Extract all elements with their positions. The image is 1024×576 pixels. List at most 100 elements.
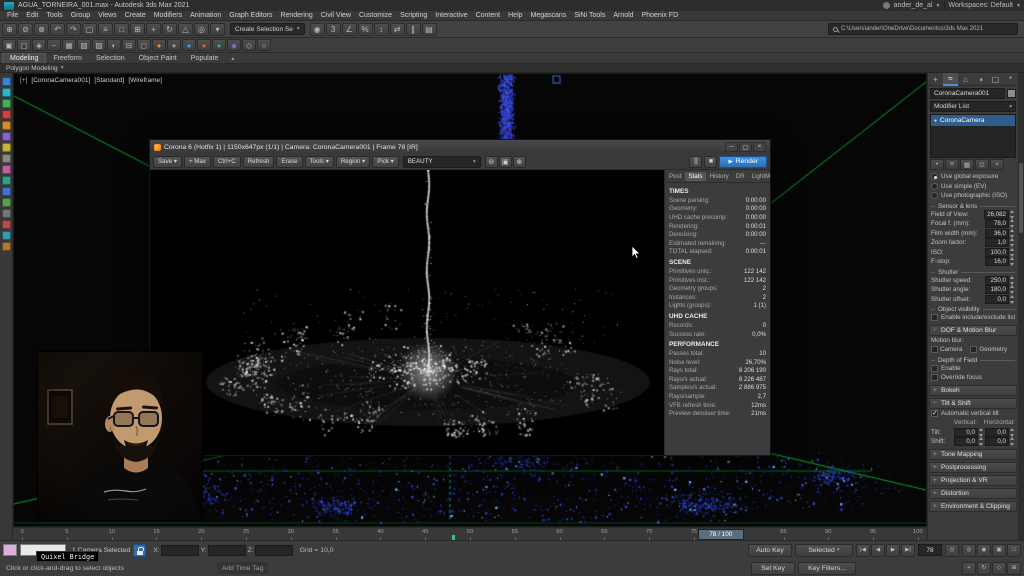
- go-to-start-button[interactable]: |◀: [856, 544, 870, 557]
- spinner-control[interactable]: [1010, 437, 1015, 446]
- named-selection-sets-icon[interactable]: ▢: [17, 39, 31, 51]
- orbit-icon[interactable]: ↻: [977, 562, 991, 575]
- align-icon[interactable]: ∥: [406, 23, 421, 36]
- select-by-name-icon[interactable]: ≡: [98, 23, 113, 36]
- param-f-stop[interactable]: F-stop:16,0: [928, 257, 1018, 267]
- angle-snap-icon[interactable]: ∠: [342, 23, 357, 36]
- ribbon-tab-populate[interactable]: Populate: [184, 54, 226, 63]
- left-toolbar-icon-2[interactable]: [2, 88, 11, 97]
- check-enable[interactable]: Enable: [928, 364, 1018, 374]
- check-automatic-vertical-tilt[interactable]: Automatic vertical tilt: [928, 409, 1018, 419]
- spinner-control[interactable]: [1010, 295, 1015, 304]
- left-toolbar-icon-13[interactable]: [2, 209, 11, 218]
- menu-group[interactable]: Group: [67, 12, 94, 19]
- select-and-place-icon[interactable]: ◎: [194, 23, 209, 36]
- param-tilt[interactable]: Tilt:0,00,0: [928, 428, 1018, 438]
- spinner-control[interactable]: [1010, 229, 1015, 238]
- render-production-icon[interactable]: ●: [152, 39, 166, 51]
- mirror-icon[interactable]: ⇄: [390, 23, 405, 36]
- zoom-all-icon[interactable]: ◉: [977, 544, 991, 557]
- stop-rendering-icon[interactable]: ■: [704, 156, 717, 168]
- refresh-button[interactable]: Refresh: [243, 156, 275, 168]
- pause-rendering-icon[interactable]: ||: [689, 156, 702, 168]
- percent-snap-icon[interactable]: %: [358, 23, 373, 36]
- add-time-tag-button[interactable]: Add Time Tag: [217, 562, 268, 574]
- viewport-shading-label[interactable]: [Standard]: [94, 77, 124, 84]
- spinner-control[interactable]: [979, 437, 984, 446]
- menu-scripting[interactable]: Scripting: [396, 12, 431, 19]
- field-of-view-icon[interactable]: ◇: [992, 562, 1006, 575]
- spinner-control[interactable]: [1010, 285, 1015, 294]
- left-toolbar-icon-3[interactable]: [2, 99, 11, 108]
- user-menu-caret-icon[interactable]: ▾: [937, 2, 940, 9]
- menu-phoenix-fd[interactable]: Phoenix FD: [638, 12, 683, 19]
- motion-tab[interactable]: ◑: [973, 73, 988, 86]
- ribbon-toggle-icon[interactable]: ▨: [92, 39, 106, 51]
- rollout-postprocessing[interactable]: +Postprocessing: [929, 462, 1017, 473]
- phoenix-fd-icon[interactable]: ●: [197, 39, 211, 51]
- zoom-icon[interactable]: ◎: [962, 544, 976, 557]
- param-field-of-view[interactable]: Field of View:26,082: [928, 210, 1018, 220]
- param-shutter-angle[interactable]: Shutter angle:180,0: [928, 285, 1018, 295]
- polygon-modeling-panel[interactable]: Polygon Modeling: [6, 65, 58, 72]
- check-enable-include-exclude-list[interactable]: Enable include/exclude list: [928, 313, 1018, 323]
- unlink-selection-icon[interactable]: ⊘: [18, 23, 33, 36]
- maximize-icon[interactable]: ▢: [739, 142, 752, 152]
- left-toolbar-icon-1[interactable]: [2, 77, 11, 86]
- check-override-focus[interactable]: Override focus: [928, 373, 1018, 383]
- menu-arnold[interactable]: Arnold: [609, 12, 637, 19]
- param-shift[interactable]: Shift:0,00,0: [928, 437, 1018, 447]
- radio-use-global-exposure[interactable]: Use global exposure: [928, 172, 1018, 182]
- menu-customize[interactable]: Customize: [355, 12, 396, 19]
- left-toolbar-icon-6[interactable]: [2, 132, 11, 141]
- zoom-reset-icon[interactable]: ▣: [499, 156, 512, 168]
- time-configuration-icon[interactable]: ◷: [945, 544, 959, 557]
- menu-views[interactable]: Views: [94, 12, 121, 19]
- left-toolbar-icon-12[interactable]: [2, 198, 11, 207]
- use-pivot-center-icon[interactable]: ◉: [310, 23, 325, 36]
- display-tab[interactable]: ▢: [988, 73, 1003, 86]
- menu-animation[interactable]: Animation: [186, 12, 225, 19]
- corona-tab-history[interactable]: History: [707, 172, 732, 181]
- menu-civil-view[interactable]: Civil View: [317, 12, 355, 19]
- rollout-bokeh[interactable]: +Bokeh: [929, 385, 1017, 396]
- close-icon[interactable]: ×: [753, 142, 766, 152]
- radio-use-simple-ev[interactable]: Use simple (EV): [928, 182, 1018, 192]
- rollout-dof-motion-blur[interactable]: −DOF & Motion Blur: [929, 325, 1017, 336]
- param-shutter-offset[interactable]: Shutter offset:0,0: [928, 295, 1018, 305]
- viewport-menu-plus[interactable]: [+]: [20, 77, 27, 84]
- menu-help[interactable]: Help: [504, 12, 526, 19]
- left-toolbar-icon-8[interactable]: [2, 154, 11, 163]
- menu-megascans[interactable]: Megascans: [527, 12, 571, 19]
- schematic-view-icon[interactable]: ▦: [62, 39, 76, 51]
- left-toolbar-icon-4[interactable]: [2, 110, 11, 119]
- left-toolbar-icon-10[interactable]: [2, 176, 11, 185]
- scrollbar-thumb[interactable]: [1019, 163, 1023, 233]
- left-toolbar-icon-5[interactable]: [2, 121, 11, 130]
- menu-create[interactable]: Create: [121, 12, 150, 19]
- play-button[interactable]: ▶: [886, 544, 900, 557]
- bind-to-space-warp-icon[interactable]: ⊗: [34, 23, 49, 36]
- menu-file[interactable]: File: [3, 12, 22, 19]
- left-toolbar-icon-7[interactable]: [2, 143, 11, 152]
- auto-key-button[interactable]: Auto Key: [748, 544, 792, 557]
- stack-item-coronacamera[interactable]: ● CoronaCamera: [931, 115, 1015, 126]
- select-and-link-icon[interactable]: ⊕: [2, 23, 17, 36]
- object-name-field[interactable]: CoronaCamera001: [930, 88, 1005, 99]
- radio-use-photographic-iso[interactable]: Use photographic (ISO): [928, 191, 1018, 201]
- quixel-bridge-taskbar-label[interactable]: Quixel Bridge: [36, 551, 99, 562]
- menu-interactive[interactable]: Interactive: [431, 12, 471, 19]
- param-film-width-mm[interactable]: Film width (mm):36,0: [928, 229, 1018, 239]
- make-unique-icon[interactable]: ▦: [960, 159, 974, 170]
- x-coordinate-field[interactable]: [161, 545, 199, 556]
- maxscript-mini-listener-pink[interactable]: [3, 544, 17, 556]
- param-zoom-factor[interactable]: Zoom factor:1,0: [928, 238, 1018, 248]
- set-key-button[interactable]: Set Key: [751, 562, 795, 575]
- render-setup-icon[interactable]: ⊟: [122, 39, 136, 51]
- selection-lock-icon[interactable]: [133, 544, 146, 557]
- menu-edit[interactable]: Edit: [22, 12, 42, 19]
- select-and-move-icon[interactable]: +: [146, 23, 161, 36]
- reference-coordinate-system-dropdown[interactable]: ▾: [210, 23, 225, 36]
- viewport-camera-label[interactable]: [CoronaCamera001]: [31, 77, 90, 84]
- rollout-projection-vr[interactable]: +Projection & VR: [929, 475, 1017, 486]
